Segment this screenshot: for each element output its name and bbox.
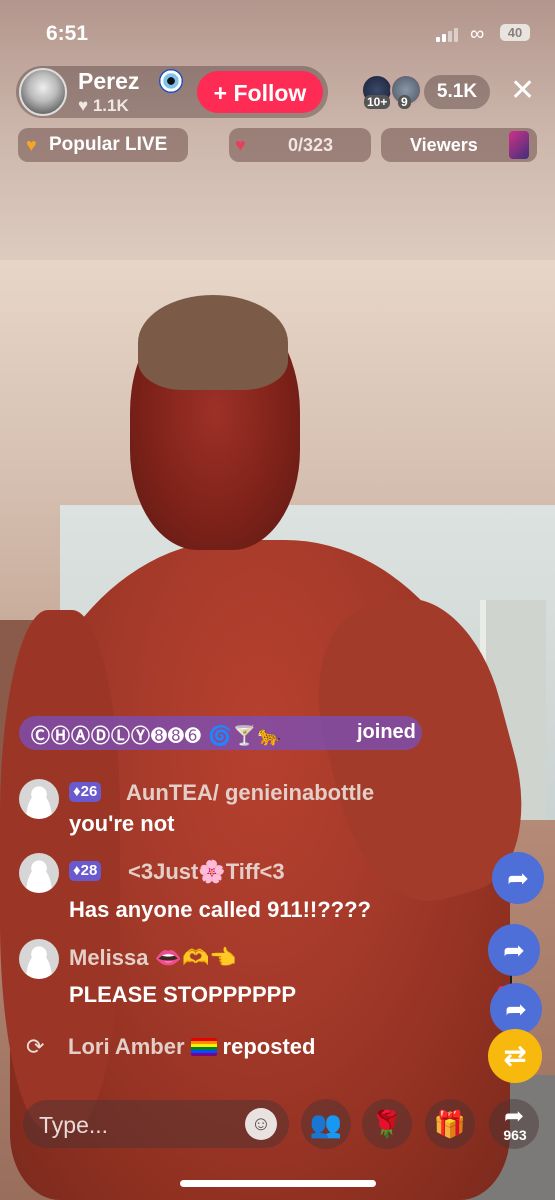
close-icon[interactable]: ✕ [510, 76, 535, 106]
joined-user-name: ⒸⒽⒶⒹⓁⓎ➑➑➏ 🌀🍸🐆 [31, 726, 283, 747]
repost-notice: Lori Amber reposted [68, 1034, 315, 1060]
gift-goal-pill[interactable]: ♥ 0/323 [229, 128, 371, 162]
streamer-hair [138, 295, 288, 390]
comment-text: you're not [69, 811, 175, 836]
gift-icon[interactable]: 🎁 [425, 1099, 475, 1149]
share-arrow-icon[interactable]: ➦ [490, 983, 542, 1035]
link-icon: ∞ [470, 23, 485, 45]
commenter-avatar[interactable] [19, 779, 59, 819]
host-avatar[interactable] [19, 68, 67, 116]
multi-guest-icon[interactable]: 👥 [301, 1099, 351, 1149]
repost-icon: ⟳ [26, 1034, 45, 1059]
comment-text: PLEASE STOPPPPPP [69, 982, 297, 1007]
comment-username[interactable]: <3Just🌸Tiff<3 [128, 859, 285, 885]
viewers-thumbnail [509, 131, 529, 159]
follow-button[interactable]: + Follow [197, 71, 323, 113]
rainbow-flag-icon [190, 1038, 217, 1056]
emoji-icon[interactable]: ☺ [245, 1108, 277, 1140]
commenter-avatar[interactable] [19, 853, 59, 893]
clock: 6:51 [46, 22, 89, 45]
gem-level-badge: ♦28 [69, 861, 102, 881]
repost-username[interactable]: Lori Amber [68, 1034, 185, 1059]
comment-text: Has anyone called 911!!???? [69, 897, 371, 922]
popular-live-label: Popular LIVE [49, 134, 168, 155]
home-indicator[interactable] [180, 1180, 376, 1187]
status-bar: 6:51 ∞ 40 [0, 0, 555, 62]
comment-input[interactable] [37, 1100, 241, 1150]
heart-icon: ♥ [26, 135, 37, 155]
share-arrow-icon[interactable]: ➦ [488, 924, 540, 976]
share-count: 963 [503, 1127, 527, 1143]
gift-goal-progress: 0/323 [288, 135, 334, 155]
joined-label: joined [357, 721, 416, 743]
live-video-frame [0, 0, 555, 1200]
joined-notice: ⒸⒽⒶⒹⓁⓎ➑➑➏ 🌀🍸🐆 joined [19, 716, 422, 750]
gift-goal-icon: ♥ [235, 135, 246, 155]
evil-eye-icon [159, 69, 183, 93]
rose-gift-icon[interactable]: 🌹 [362, 1099, 412, 1149]
viewer-count[interactable]: 5.1K [424, 75, 490, 109]
comment-box[interactable]: ☺ [23, 1100, 289, 1150]
viewer-rank-badge: 10+ [364, 95, 391, 109]
viewer-rank-badge: 9 [398, 95, 411, 109]
repost-button[interactable]: ⇄ [488, 1029, 542, 1083]
popular-live-pill[interactable]: ♥ Popular LIVE [18, 128, 188, 162]
viewers-pill[interactable]: Viewers [381, 128, 537, 162]
gem-level-badge: ♦26 [69, 782, 102, 802]
share-arrow-icon[interactable]: ➦ [492, 852, 544, 904]
battery-icon: 40 [500, 24, 530, 41]
commenter-avatar[interactable] [19, 939, 59, 979]
host-name[interactable]: Perez [78, 68, 139, 95]
host-likes: ♥ 1.1K [78, 96, 129, 115]
repost-label: reposted [222, 1034, 316, 1059]
comment-username[interactable]: AunTEA/ genieinabottle [126, 780, 374, 806]
comment-username[interactable]: Melissa 👄🫶👈 [69, 945, 237, 971]
viewers-label: Viewers [410, 135, 478, 155]
signal-icon [436, 26, 462, 42]
